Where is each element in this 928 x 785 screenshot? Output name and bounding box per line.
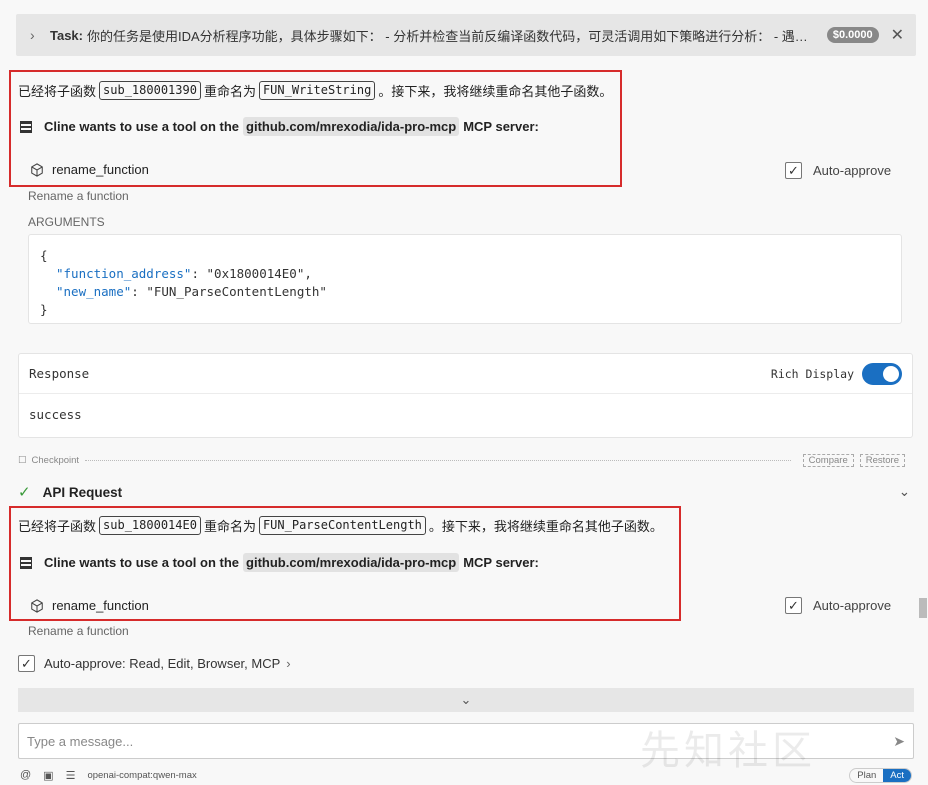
checkpoint-row: ☐ Checkpoint Compare Restore [18,452,905,468]
send-icon[interactable]: ➤ [893,733,905,750]
code-brace: { [40,248,48,263]
chevron-down-icon[interactable]: ⌄ [899,484,910,500]
code-brace: } [40,302,48,317]
checkpoint-divider [85,459,791,461]
close-icon[interactable]: ✕ [891,25,904,45]
checkbox[interactable]: ✓ [785,162,802,179]
rich-display-toggle[interactable] [862,362,902,385]
checkbox[interactable]: ✓ [18,655,35,672]
chevron-down-icon: ⌄ [460,692,472,707]
function-description: Rename a function [28,189,129,203]
auto-approve-toggle-2[interactable]: ✓ Auto-approve [785,597,891,614]
response-header: Response Rich Display [19,354,912,394]
rich-display-label: Rich Display [770,366,854,381]
auto-approve-toggle-1[interactable]: ✓ Auto-approve [785,162,891,179]
auto-approve-settings[interactable]: ✓ Auto-approve: Read, Edit, Browser, MCP… [18,655,291,672]
argument-key: "function_address" [56,266,192,281]
scrollbar-thumb[interactable] [919,598,927,618]
compare-button[interactable]: Compare [802,453,854,467]
bookmark-icon: ☐ [18,454,27,466]
restore-button[interactable]: Restore [859,453,905,467]
task-header[interactable]: › Task: 你的任务是使用IDA分析程序功能，具体步骤如下： - 分析并检查… [16,14,916,56]
scroll-to-bottom-button[interactable]: ⌄ [18,688,914,712]
argument-value: : "0x1800014E0", [191,266,312,281]
checkpoint-label: Checkpoint [31,454,80,466]
checkbox[interactable]: ✓ [785,597,802,614]
plan-act-toggle[interactable]: Plan Act [849,767,912,783]
server-icon[interactable]: ☰ [66,769,76,782]
toggle-knob [883,365,899,382]
api-request-row[interactable]: ✓ API Request ⌄ [18,482,913,502]
argument-value: : "FUN_ParseContentLength" [131,284,327,299]
response-title: Response [29,366,90,381]
task-label: Task: [50,27,83,43]
task-text: 你的任务是使用IDA分析程序功能，具体步骤如下： - 分析并检查当前反编译函数代… [87,28,813,44]
chevron-right-icon[interactable]: › [30,27,50,43]
auto-approve-label: Auto-approve [813,598,892,613]
message-input[interactable] [27,733,894,749]
response-panel: Response Rich Display success [18,353,913,438]
at-mention-icon[interactable]: @ [20,769,31,781]
chevron-right-icon: › [286,656,291,671]
plan-mode[interactable]: Plan [850,769,883,782]
camera-icon[interactable]: ▣ [43,769,53,782]
api-request-label: API Request [42,484,123,500]
message-input-container: ➤ [18,723,914,759]
checkmark-icon: ✓ [18,484,31,501]
model-selector[interactable]: openai-compat:qwen-max [87,770,849,781]
argument-key: "new_name" [56,284,132,299]
response-body: success [29,407,82,422]
auto-approve-label: Auto-approve [813,163,892,178]
auto-approve-settings-label: Auto-approve: Read, Edit, Browser, MCP [44,656,281,671]
function-description: Rename a function [28,624,129,638]
footer-toolbar: @ ▣ ☰ openai-compat:qwen-max Plan Act [20,767,912,783]
arguments-label: ARGUMENTS [28,215,105,229]
act-mode[interactable]: Act [883,768,911,782]
highlight-box-2 [9,506,681,621]
cost-badge: $0.0000 [826,27,879,43]
argument-line: "new_name": "FUN_ParseContentLength" [40,283,901,301]
highlight-box-1 [9,70,622,187]
arguments-code-block: { "function_address": "0x1800014E0", "ne… [28,234,902,324]
argument-line: "function_address": "0x1800014E0", [40,265,901,283]
